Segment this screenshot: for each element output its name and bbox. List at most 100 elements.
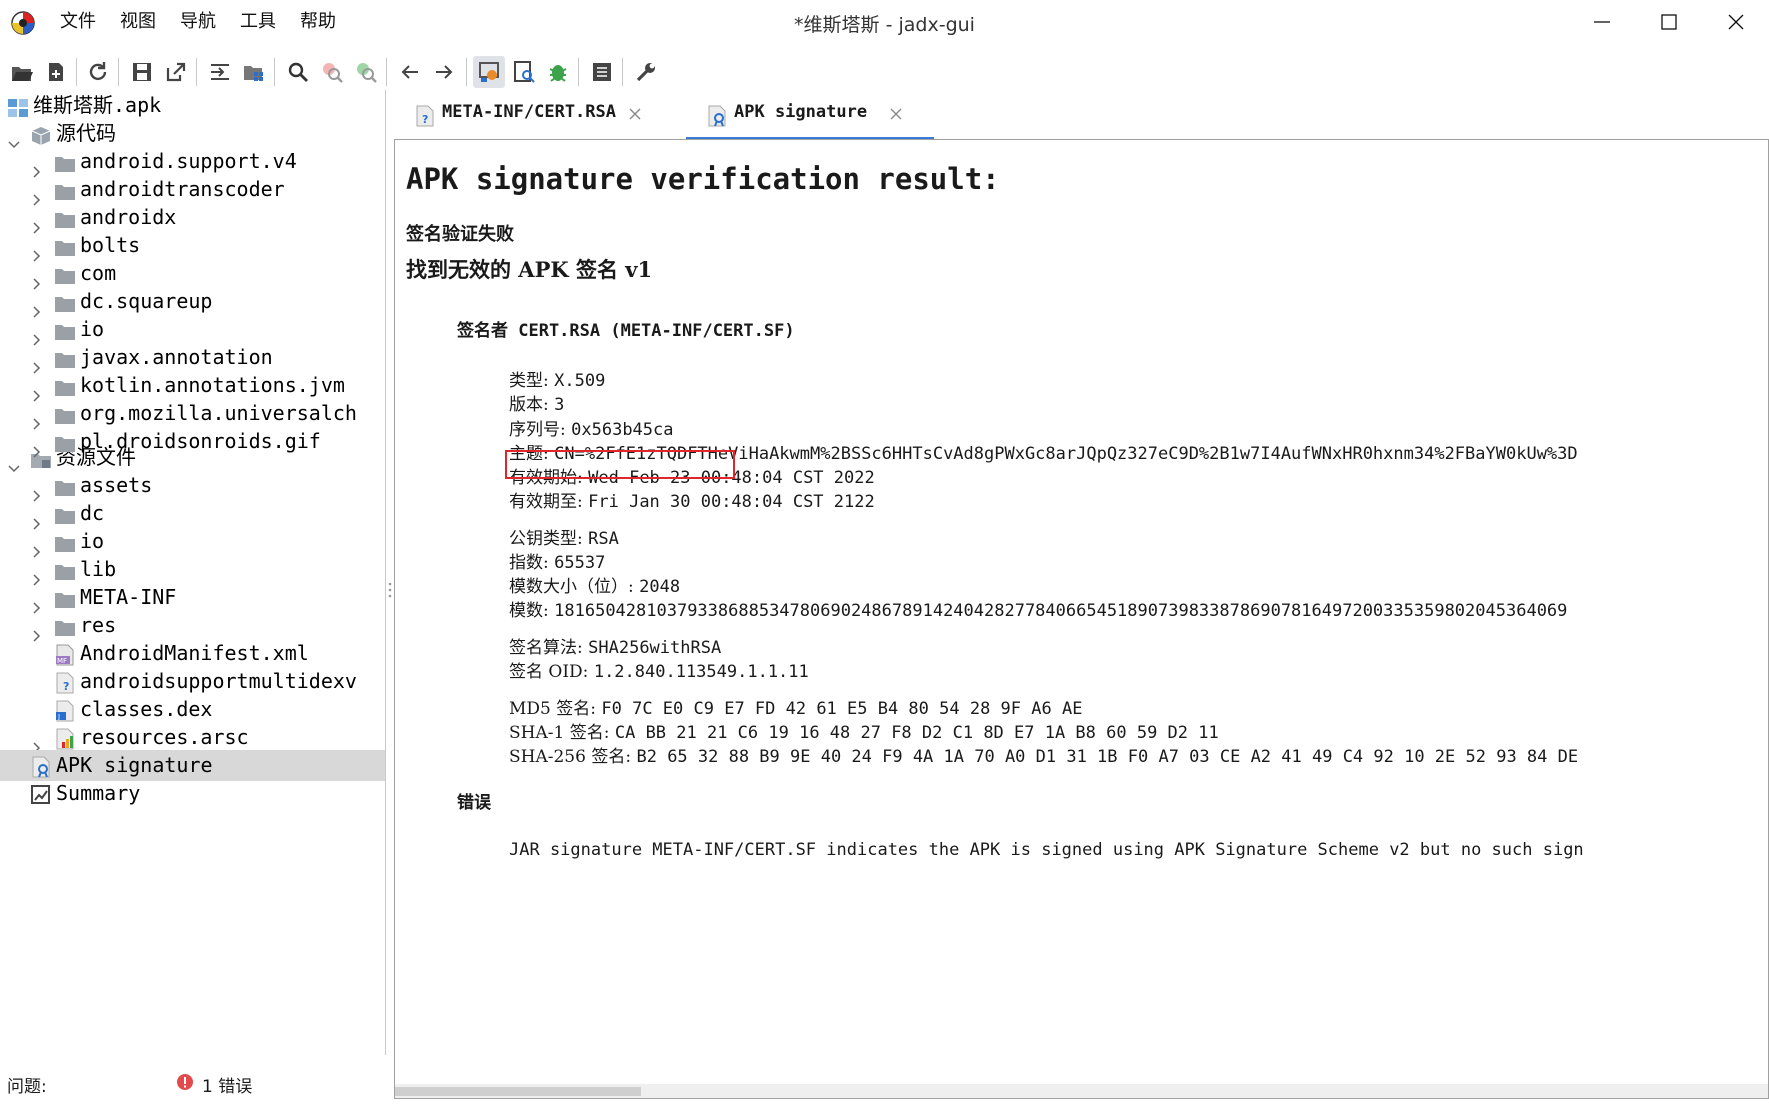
chevron-right-icon[interactable] [32, 508, 42, 530]
chevron-right-icon[interactable] [32, 536, 42, 558]
tree-folder-package[interactable]: kotlin.annotations.jvm [0, 370, 385, 402]
tab-close-icon[interactable] [889, 106, 903, 120]
folder-icon [54, 504, 76, 524]
close-button[interactable] [1703, 0, 1769, 44]
chevron-right-icon[interactable] [32, 352, 42, 374]
quark-button[interactable] [508, 56, 540, 88]
flatten-packages-button[interactable] [238, 56, 270, 88]
tree-folder-package[interactable]: com [0, 258, 385, 290]
tree-folder-package[interactable]: androidtranscoder [0, 174, 385, 206]
chevron-right-icon[interactable] [32, 480, 42, 502]
tree-node-sources[interactable]: 源代码 [0, 118, 385, 149]
sig-alg-row: 签名算法: SHA256withRSA [509, 633, 721, 658]
tree-folder-resource[interactable]: META-INF [0, 582, 385, 614]
chevron-right-icon[interactable] [32, 408, 42, 430]
folder-icon [54, 208, 76, 228]
editor-tab-bar: ? META-INF/CERT.RSA APK signature [394, 90, 1769, 140]
chevron-right-icon[interactable] [32, 184, 42, 206]
chevron-right-icon[interactable] [32, 380, 42, 402]
tree-node-summary[interactable]: Summary [0, 778, 385, 809]
chevron-right-icon[interactable] [32, 156, 42, 178]
field-value: B2 65 32 88 B9 9E 40 24 F9 4A 1A 70 A0 D… [636, 747, 1579, 767]
log-icon [593, 63, 611, 81]
log-button[interactable] [586, 56, 618, 88]
minimize-button[interactable] [1569, 0, 1635, 44]
tree-folder-package[interactable]: javax.annotation [0, 342, 385, 374]
menu-tools[interactable]: 工具 [228, 0, 288, 44]
find-usage-button[interactable] [316, 56, 348, 88]
preferences-button[interactable] [630, 56, 662, 88]
scrollbar-thumb[interactable] [395, 1087, 641, 1096]
toolbar-separator [118, 58, 119, 86]
deobfuscation-button[interactable] [473, 56, 505, 88]
signature-report-view[interactable]: APK signature verification result: 签名验证失… [394, 139, 1769, 1099]
folder-icon [54, 404, 76, 424]
folder-icon [54, 152, 76, 172]
title-bar: 文件 视图 导航 工具 帮助 *维斯塔斯 - jadx-gui [0, 0, 1769, 44]
export-button[interactable] [160, 56, 192, 88]
chevron-right-icon[interactable] [32, 324, 42, 346]
chevron-right-icon[interactable] [32, 212, 42, 234]
svg-text:J: J [57, 713, 60, 721]
menu-navigation[interactable]: 导航 [168, 0, 228, 44]
tree-file-androidmanifest[interactable]: MF AndroidManifest.xml [0, 638, 385, 669]
chevron-right-icon[interactable] [32, 564, 42, 586]
chevron-right-icon[interactable] [32, 436, 42, 458]
chevron-right-icon[interactable] [32, 268, 42, 290]
tab-apk-signature[interactable]: APK signature [686, 90, 934, 140]
debugger-button[interactable] [542, 56, 574, 88]
debugger-icon [549, 65, 567, 82]
menu-help[interactable]: 帮助 [288, 0, 348, 44]
tree-folder-package[interactable]: io [0, 314, 385, 346]
tree-file-multidex[interactable]: ? androidsupportmultidexv [0, 666, 385, 697]
error-count[interactable]: 1 错误 [202, 1072, 252, 1097]
tree-label: kotlin.annotations.jvm [80, 373, 345, 397]
chevron-right-icon[interactable] [32, 592, 42, 614]
splitter-handle[interactable] [386, 580, 394, 604]
tree-label: assets [80, 473, 153, 497]
certificate-icon [706, 105, 728, 131]
menu-view[interactable]: 视图 [108, 0, 168, 44]
tree-root-apk[interactable]: 维斯塔斯.apk [0, 90, 385, 121]
signature-finding: 找到无效的 APK 签名 v1 [406, 257, 653, 282]
tree-file-classes-dex[interactable]: J classes.dex [0, 694, 385, 725]
search-button[interactable] [282, 56, 314, 88]
tab-cert-rsa[interactable]: ? META-INF/CERT.RSA [394, 90, 658, 140]
cert-type-row: 类型: X.509 [509, 366, 605, 391]
chevron-down-icon[interactable] [8, 128, 20, 149]
tree-file-resources-arsc[interactable]: resources.arsc [0, 722, 385, 754]
menu-file[interactable]: 文件 [48, 0, 108, 44]
add-file-button[interactable] [40, 56, 72, 88]
chevron-right-icon[interactable] [32, 296, 42, 318]
forward-button[interactable] [428, 56, 460, 88]
tree-folder-resource[interactable]: res [0, 610, 385, 642]
find-class-button[interactable] [350, 56, 382, 88]
chevron-right-icon[interactable] [32, 240, 42, 262]
sync-code-button[interactable] [204, 56, 236, 88]
maximize-button[interactable] [1636, 0, 1702, 44]
tree-folder-resource[interactable]: dc [0, 498, 385, 530]
tree-node-apk-signature[interactable]: APK signature [0, 750, 385, 781]
tree-label: classes.dex [80, 697, 213, 721]
save-button[interactable] [126, 56, 158, 88]
tree-folder-resource[interactable]: assets [0, 470, 385, 502]
tree-folder-resource[interactable]: lib [0, 554, 385, 586]
chevron-right-icon[interactable] [32, 732, 42, 754]
tab-close-icon[interactable] [628, 106, 642, 120]
tree-folder-package[interactable]: android.support.v4 [0, 146, 385, 178]
tree-folder-package[interactable]: androidx [0, 202, 385, 234]
folder-icon [54, 616, 76, 636]
chevron-right-icon[interactable] [32, 620, 42, 642]
tree-folder-resource[interactable]: io [0, 526, 385, 558]
tree-folder-package[interactable]: pl.droidsonroids.gif [0, 426, 385, 458]
tree-folder-package[interactable]: bolts [0, 230, 385, 262]
find-class-icon [357, 63, 377, 83]
content-horizontal-scrollbar[interactable] [395, 1084, 1768, 1098]
flatten-packages-icon [244, 66, 263, 81]
reload-button[interactable] [82, 56, 114, 88]
tree-label: 源代码 [56, 121, 116, 145]
tree-folder-package[interactable]: org.mozilla.universalch [0, 398, 385, 430]
back-button[interactable] [394, 56, 426, 88]
open-file-button[interactable] [6, 56, 38, 88]
tree-folder-package[interactable]: dc.squareup [0, 286, 385, 318]
